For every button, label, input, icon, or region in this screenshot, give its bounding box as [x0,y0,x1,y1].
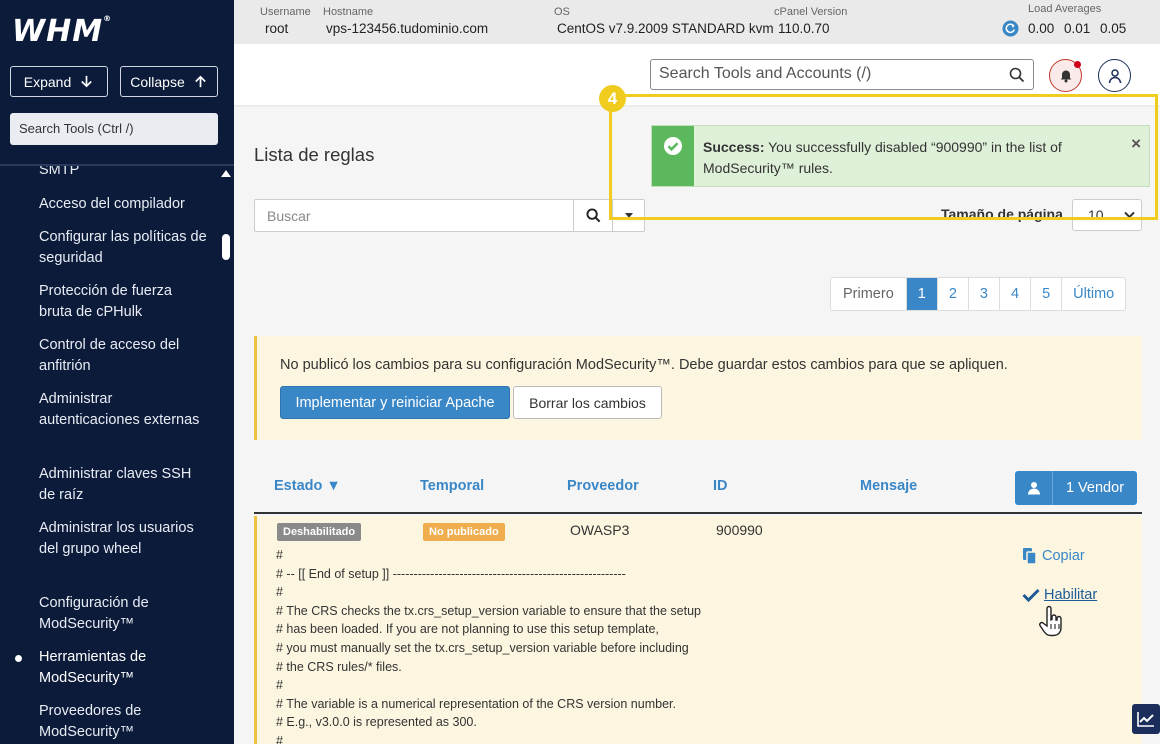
deploy-restart-apache-button[interactable]: Implementar y reiniciar Apache [280,386,510,419]
sidebar-item-wheel-users[interactable]: Administrar los usuarios del grupo wheel [39,518,209,560]
column-id[interactable]: ID [713,478,728,494]
column-vendor[interactable]: Proveedor [567,478,639,494]
rules-search-button[interactable] [573,200,612,231]
collapse-button[interactable]: Collapse [120,66,218,97]
vendor-button-label: 1 Vendor [1065,480,1125,496]
id-cell: 900990 [716,522,763,538]
rules-table-header: Estado ▼ Temporal Proveedor ID Mensaje 1… [254,470,1142,514]
sidebar-item-smtp[interactable]: SMTP [39,166,209,181]
column-temporal[interactable]: Temporal [420,478,484,494]
success-strong: Success: [703,139,765,155]
vendor-filter-button[interactable]: 1 Vendor [1015,471,1137,505]
cpanel-version-label: cPanel Version [774,6,848,18]
arrow-down-icon [81,75,93,88]
load-average-1: 0.00 [1028,21,1055,36]
search-icon[interactable] [1009,67,1025,83]
arrow-up-icon [194,75,206,88]
copy-rule-link[interactable]: Copiar [1022,547,1085,565]
expand-button[interactable]: Expand [10,66,108,97]
sidebar-item-compiler-access[interactable]: Acceso del compilador [39,194,209,215]
status-badge: Deshabilitado [277,523,362,541]
page-2[interactable]: 2 [936,278,968,310]
username-label: Username [260,6,311,18]
notifications-button[interactable] [1049,59,1082,92]
sidebar-item-modsecurity-config[interactable]: Configuración de ModSecurity™ [39,593,209,635]
step-number-badge: 4 [599,85,626,112]
whm-logo[interactable]: WHM® [12,14,112,49]
active-bullet-icon [15,655,22,662]
sidebar-item-root-ssh-keys[interactable]: Administrar claves SSH de raíz [39,464,209,506]
sidebar-item-external-auth[interactable]: Administrar autenticaciones externas [39,389,209,431]
close-alert-icon[interactable]: × [1131,134,1141,154]
rules-search: Buscar [254,199,645,232]
enable-rule-link[interactable]: Habilitar [1022,587,1097,603]
table-row: Deshabilitado No publicado OWASP3 900990… [254,516,1142,744]
load-average-15: 0.05 [1100,21,1127,36]
load-average-5: 0.01 [1064,21,1091,36]
page-last[interactable]: Último [1061,278,1125,310]
rules-search-input[interactable]: Buscar [267,208,311,224]
copy-icon [1023,548,1037,565]
refresh-icon[interactable] [1002,20,1019,37]
sidebar-item-security-policies[interactable]: Configurar las políticas de seguridad [39,227,209,269]
hand-cursor-icon [1039,605,1062,637]
server-info-bar: Username root Hostname vps-123456.tudomi… [234,0,1160,44]
user-icon [1015,471,1053,505]
user-menu-button[interactable] [1098,59,1131,92]
page-title: Lista de reglas [254,144,375,165]
os-value: CentOS v7.9.2009 STANDARD kvm [557,21,774,36]
bell-icon [1060,70,1071,83]
sidebar-nav: SMTP Acceso del compilador Configurar la… [0,166,219,744]
column-message[interactable]: Mensaje [860,478,917,494]
sidebar-item-cphulk[interactable]: Protección de fuerza bruta de cPHulk [39,281,209,323]
column-status[interactable]: Estado ▼ [274,478,341,494]
unpublished-badge: No publicado [423,523,505,541]
pagination: Primero 1 2 3 4 5 Último [830,277,1127,311]
check-icon [1022,588,1040,602]
page-3[interactable]: 3 [967,278,999,310]
search-tools-accounts-placeholder: Search Tools and Accounts (/) [659,65,872,82]
discard-changes-button[interactable]: Borrar los cambios [513,386,662,419]
sidebar: WHM® Expand Collapse Search Tools (Ctrl … [0,0,234,744]
warning-text: No publicó los cambios para su configura… [280,357,1008,373]
scroll-thumb[interactable] [222,234,230,260]
user-icon [1108,68,1121,83]
page-4[interactable]: 4 [999,278,1030,310]
unpublished-changes-warning: No publicó los cambios para su configura… [254,336,1142,440]
page-first[interactable]: Primero [831,278,906,310]
notification-dot [1074,61,1081,68]
sidebar-search-input[interactable]: Search Tools (Ctrl /) [10,113,218,145]
analytics-chart-button[interactable] [1132,704,1160,734]
enable-label: Habilitar [1044,587,1098,603]
page-1[interactable]: 1 [905,278,937,310]
os-label: OS [554,6,570,18]
page-5[interactable]: 5 [1030,278,1061,310]
success-icon-bar [652,126,694,186]
expand-label: Expand [23,73,72,90]
hostname-label: Hostname [323,6,374,18]
scroll-up-icon[interactable] [221,170,231,177]
search-icon [585,208,600,223]
sidebar-item-modsecurity-vendors[interactable]: Proveedores de ModSecurity™ [39,701,209,743]
cpanel-version-value: 110.0.70 [778,21,830,36]
sidebar-item-modsecurity-tools[interactable]: Herramientas de ModSecurity™ [39,647,209,689]
copy-label: Copiar [1042,548,1085,564]
success-alert: Success: You successfully disabled “9009… [651,125,1150,187]
rule-message-code: # # -- [[ End of setup ]] --------------… [276,548,701,744]
load-averages-label: Load Averages [1028,3,1102,15]
vendor-cell: OWASP3 [570,522,630,538]
check-circle-icon [664,137,682,155]
search-tools-accounts-input[interactable]: Search Tools and Accounts (/) [650,59,1034,90]
sidebar-item-host-access[interactable]: Control de acceso del anfitrión [39,335,209,377]
hostname-value: vps-123456.tudominio.com [326,21,489,36]
success-message: Success: You successfully disabled “9009… [703,137,1113,178]
username-value: root [265,21,289,36]
trend-chart-icon [1137,712,1154,727]
collapse-label: Collapse [130,73,185,90]
